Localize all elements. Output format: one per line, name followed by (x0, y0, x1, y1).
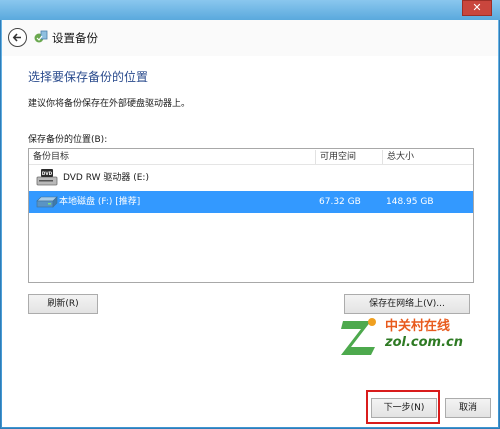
watermark: 中关村在线 zol.com.cn (337, 311, 463, 363)
page-heading: 选择要保存备份的位置 (28, 70, 149, 84)
hard-disk-icon (36, 196, 58, 208)
row-name: DVD RW 驱动器 (E:) (63, 173, 149, 183)
header-bar: 设置备份 (2, 20, 498, 56)
row-name: 本地磁盘 (F:) [推荐] (59, 197, 141, 207)
row-free-space: 67.32 GB (319, 197, 361, 207)
destination-list[interactable]: 备份目标 可用空间 总大小 DVD DVD RW 驱动器 (E:) 本地磁盘 (… (28, 148, 474, 283)
title-bar: ✕ (0, 0, 500, 20)
description-text: 建议你将备份保存在外部硬盘驱动器上。 (28, 99, 191, 109)
column-header-total-size[interactable]: 总大小 (383, 149, 463, 165)
next-button-highlight (366, 390, 440, 424)
backup-app-icon (34, 30, 48, 43)
window-title: 设置备份 (52, 31, 98, 45)
location-label: 保存备份的位置(B): (28, 135, 108, 145)
cancel-button[interactable]: 取消 (445, 398, 491, 418)
watermark-line-1: 中关村在线 (385, 319, 451, 334)
svg-text:DVD: DVD (42, 171, 53, 176)
column-header-free-space[interactable]: 可用空间 (316, 149, 382, 165)
refresh-button[interactable]: 刷新(R) (28, 294, 98, 314)
list-header: 备份目标 可用空间 总大小 (29, 149, 473, 165)
back-arrow-icon (12, 33, 21, 42)
row-total-size: 148.95 GB (386, 197, 434, 207)
list-item-local-disk[interactable]: 本地磁盘 (F:) [推荐] 67.32 GB 148.95 GB (29, 191, 473, 213)
column-header-destination[interactable]: 备份目标 (29, 149, 313, 165)
list-item-dvd-drive[interactable]: DVD DVD RW 驱动器 (E:) (29, 167, 473, 189)
content-panel: 选择要保存备份的位置 建议你将备份保存在外部硬盘驱动器上。 保存备份的位置(B)… (2, 56, 498, 427)
close-button[interactable]: ✕ (462, 0, 492, 16)
back-button[interactable] (8, 28, 27, 47)
dvd-drive-icon: DVD (36, 169, 58, 186)
watermark-line-2: zol.com.cn (385, 335, 463, 350)
zol-logo-icon (341, 318, 376, 355)
